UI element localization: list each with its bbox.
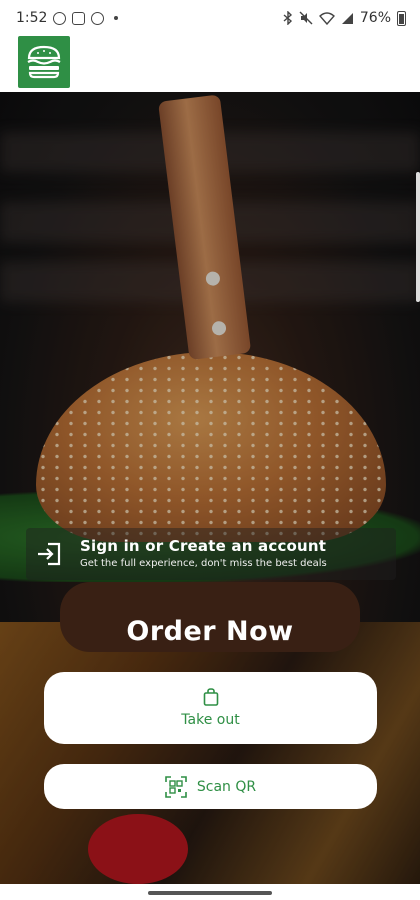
bluetooth-icon [283,11,292,25]
status-left: 1:52 [16,10,119,26]
order-now-title: Order Now [126,616,294,647]
sign-in-subtitle: Get the full experience, don't miss the … [80,558,327,569]
sync-icon [91,11,105,25]
scan-qr-label: Scan QR [196,778,257,795]
system-nav-bar [0,884,420,900]
globe-icon [53,11,67,25]
signal-icon [341,12,353,24]
scan-qr-button[interactable]: Scan QR [44,764,377,809]
battery-percent: 76% [359,10,391,26]
scrollbar[interactable] [416,172,420,302]
status-time: 1:52 [16,10,48,26]
shopping-bag-icon [203,688,218,706]
status-bar: 1:52 76% [0,0,420,36]
app-bar [0,36,420,92]
qr-code-icon [165,775,187,798]
logo[interactable] [18,36,70,88]
wifi-icon [318,11,335,25]
login-icon [38,542,61,566]
notification-dot-icon [114,16,119,20]
sign-in-text: Sign in or Create an account Get the ful… [80,537,327,569]
take-out-button[interactable]: Take out [44,672,377,744]
status-right: 76% [283,10,406,26]
battery-icon [397,10,406,26]
sign-in-title: Sign in or Create an account [80,537,327,555]
burger-icon [27,45,61,79]
sign-in-banner[interactable]: Sign in or Create an account Get the ful… [26,528,396,580]
home-gesture-handle[interactable] [148,891,272,895]
instagram-icon [72,11,86,25]
hero-image: Sign in or Create an account Get the ful… [0,92,420,884]
mute-icon [299,11,313,25]
take-out-label: Take out [181,712,240,728]
